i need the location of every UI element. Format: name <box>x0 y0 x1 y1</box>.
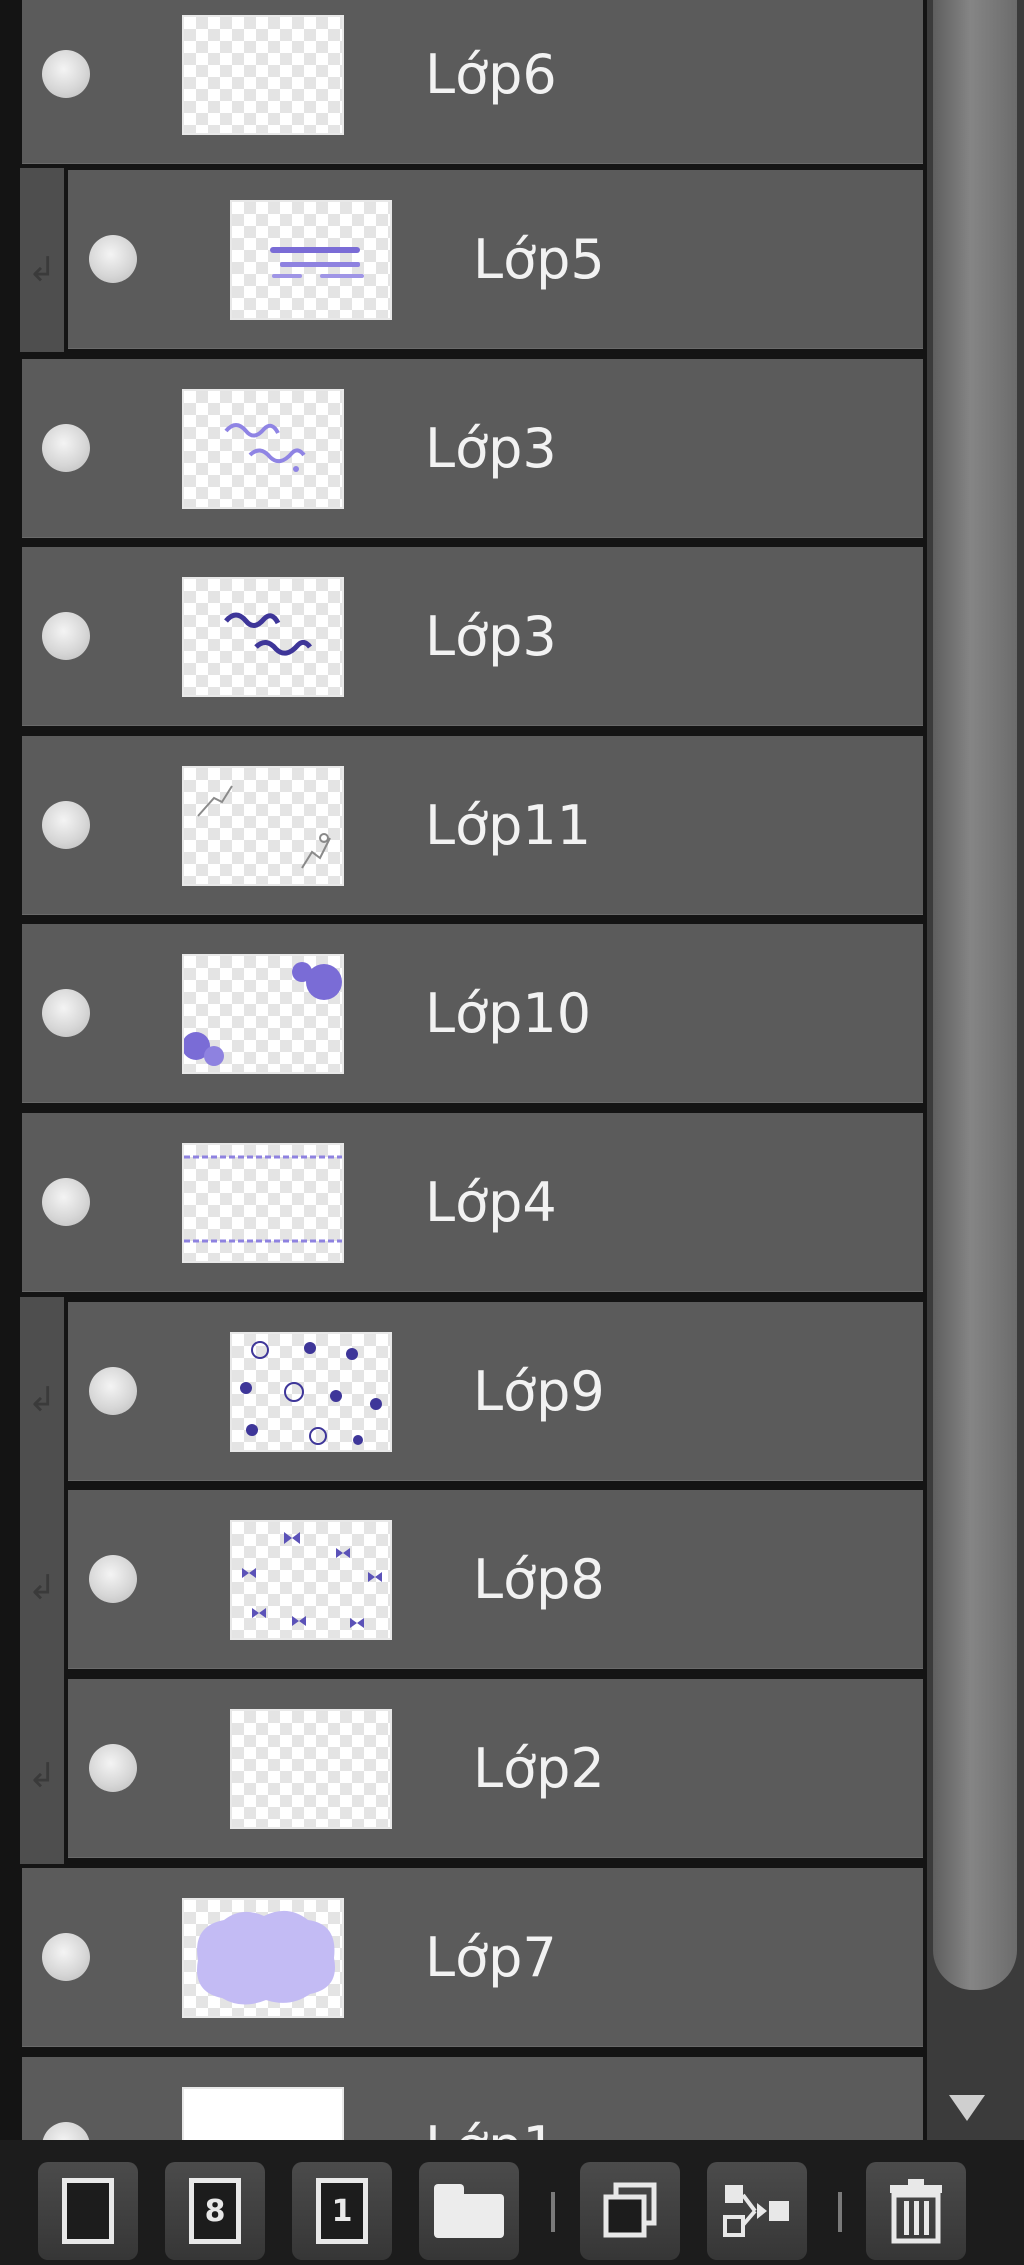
layer-row[interactable]: Lớp4 <box>22 1113 923 1292</box>
duplicate-icon <box>603 2182 657 2238</box>
visibility-toggle-icon[interactable] <box>42 2122 90 2140</box>
new-1bit-layer-button[interactable]: 1 <box>292 2162 392 2260</box>
visibility-toggle-icon[interactable] <box>42 801 90 849</box>
layer-thumbnail <box>182 577 344 697</box>
scroll-down-arrow-icon[interactable] <box>949 2095 985 2121</box>
light-purple-text-icon <box>224 423 306 472</box>
layer-name: Lớp1 <box>425 2057 557 2140</box>
layer-name: Lớp5 <box>473 228 605 291</box>
dots-pattern-icon <box>240 1341 382 1445</box>
layer-thumbnail <box>182 15 344 135</box>
dark-purple-text-icon <box>224 612 312 656</box>
clip-arrow-icon: ↲ <box>27 250 57 290</box>
layer-toolbar: 8 1 <box>0 2140 1024 2265</box>
layer-name: Lớp7 <box>425 1926 557 1989</box>
merge-down-button[interactable] <box>707 2162 807 2260</box>
layer-thumbnail <box>182 954 344 1074</box>
layer-thumbnail <box>230 1332 392 1452</box>
clip-arrow-icon: ↲ <box>27 1568 57 1608</box>
visibility-toggle-icon[interactable] <box>89 1555 137 1603</box>
layer-row[interactable]: Lớp3 <box>22 359 923 538</box>
8bit-label: 8 <box>204 2193 226 2229</box>
layer-name: Lớp9 <box>473 1360 605 1423</box>
layer-name: Lớp10 <box>425 982 592 1045</box>
visibility-toggle-icon[interactable] <box>89 235 137 283</box>
visibility-toggle-icon[interactable] <box>42 50 90 98</box>
border-lines-icon <box>184 1155 342 1243</box>
layer-row[interactable]: Lớp7 <box>22 1868 923 2047</box>
layer-thumbnail <box>182 2087 344 2140</box>
delete-layer-button[interactable] <box>866 2162 966 2260</box>
layer-name: Lớp6 <box>425 43 557 106</box>
layer-thumbnail <box>182 1143 344 1263</box>
layer-row[interactable]: Lớp1 <box>22 2057 923 2140</box>
layer-row[interactable]: Lớp2 <box>68 1679 923 1858</box>
folder-icon <box>434 2184 504 2238</box>
visibility-toggle-icon[interactable] <box>89 1744 137 1792</box>
new-layer-icon <box>62 2178 114 2244</box>
layer-name: Lớp3 <box>425 417 557 480</box>
scrollbar[interactable] <box>927 0 1024 2140</box>
visibility-toggle-icon[interactable] <box>42 989 90 1037</box>
layer-name: Lớp3 <box>425 605 557 668</box>
visibility-toggle-icon[interactable] <box>89 1367 137 1415</box>
toolbar-separator <box>551 2192 555 2232</box>
new-8bit-layer-button[interactable]: 8 <box>165 2162 265 2260</box>
visibility-toggle-icon[interactable] <box>42 424 90 472</box>
layer-thumbnail <box>230 1709 392 1829</box>
clip-arrow-icon: ↲ <box>27 1380 57 1420</box>
new-folder-button[interactable] <box>419 2162 519 2260</box>
layer-name: Lớp4 <box>425 1171 557 1234</box>
layer-row[interactable]: Lớp6 <box>22 0 923 164</box>
trash-icon <box>890 2179 942 2244</box>
layer-row[interactable]: Lớp11 <box>22 736 923 915</box>
merge-down-icon <box>723 2185 789 2237</box>
layer-thumbnail <box>230 1520 392 1640</box>
scrollbar-thumb[interactable] <box>933 0 1017 1990</box>
layer-row[interactable]: Lớp8 <box>68 1490 923 1669</box>
visibility-toggle-icon[interactable] <box>42 612 90 660</box>
1bit-label: 1 <box>331 2193 353 2229</box>
1bit-layer-icon: 1 <box>316 2178 368 2244</box>
clip-arrow-icon: ↲ <box>27 1756 57 1796</box>
layer-row[interactable]: Lớp3 <box>22 547 923 726</box>
layers-panel: ↲ ↲ ↲ ↲ Lớp6 Lớp5 Lớp3 Lớp3 Lớp11 Lớp10 … <box>0 0 1024 2140</box>
new-layer-button[interactable] <box>38 2162 138 2260</box>
layer-row[interactable]: Lớp5 <box>68 170 923 349</box>
layer-row[interactable]: Lớp9 <box>68 1302 923 1481</box>
layer-name: Lớp2 <box>473 1737 605 1800</box>
layer-thumbnail <box>182 766 344 886</box>
purple-blobs-icon <box>184 962 342 1066</box>
corner-sketch-icon <box>197 785 331 869</box>
lavender-cloud-icon <box>197 1910 335 2005</box>
layer-thumbnail <box>182 389 344 509</box>
layer-thumbnail <box>182 1898 344 2018</box>
layer-thumbnail <box>230 200 392 320</box>
visibility-toggle-icon[interactable] <box>42 1178 90 1226</box>
visibility-toggle-icon[interactable] <box>42 1933 90 1981</box>
8bit-layer-icon: 8 <box>189 2178 241 2244</box>
layer-name: Lớp11 <box>425 794 592 857</box>
layer-row[interactable]: Lớp10 <box>22 924 923 1103</box>
layer-name: Lớp8 <box>473 1548 605 1611</box>
duplicate-layer-button[interactable] <box>580 2162 680 2260</box>
bows-pattern-icon <box>242 1532 382 1628</box>
purple-lines-icon <box>270 247 364 278</box>
toolbar-separator <box>838 2192 842 2232</box>
